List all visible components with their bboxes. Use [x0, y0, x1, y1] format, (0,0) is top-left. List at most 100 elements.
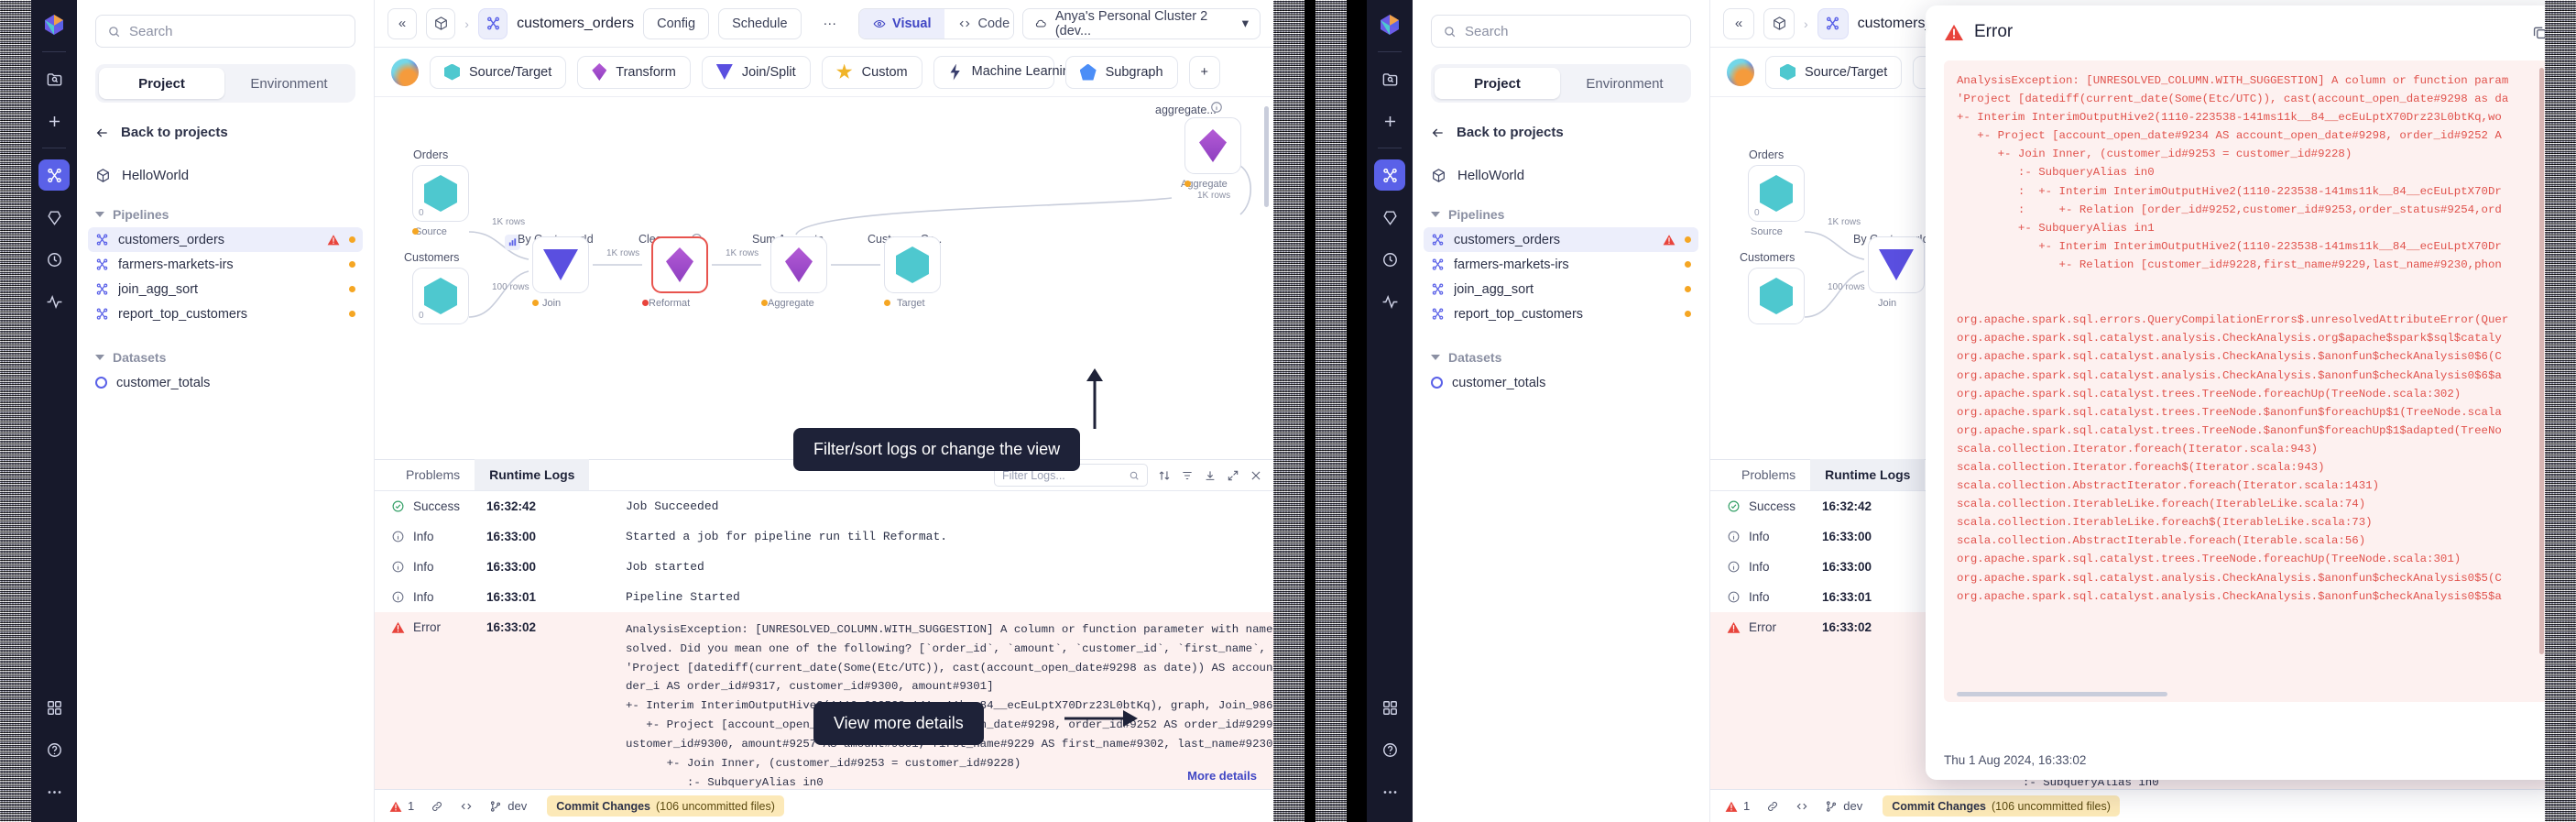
tab-runtime-logs[interactable]: Runtime Logs — [475, 459, 590, 490]
error-modal-body[interactable]: AnalysisException: [UNRESOLVED_COLUMN.WI… — [1944, 60, 2549, 702]
cube-icon[interactable] — [426, 7, 456, 39]
canvas-node-target[interactable] — [884, 236, 941, 293]
link-icon[interactable] — [1766, 800, 1779, 813]
pipeline-graph-icon[interactable] — [38, 159, 70, 191]
canvas-node-sum-amounts[interactable] — [770, 236, 827, 293]
palette-join-split[interactable]: Join/Split — [701, 55, 811, 89]
error-modal-hscrollbar[interactable] — [1957, 692, 2167, 696]
prophecy-orb-icon[interactable] — [1727, 58, 1754, 86]
git-branch-indicator[interactable]: dev — [1825, 799, 1862, 813]
more-dots-icon[interactable] — [1374, 776, 1405, 807]
log-row[interactable]: Info 16:33:00 Job started — [375, 552, 1273, 582]
palette-machine-learning[interactable]: Machine Learning — [933, 55, 1077, 89]
help-icon[interactable] — [1374, 734, 1405, 765]
gem-icon[interactable] — [38, 202, 70, 233]
canvas-node-cleanup[interactable] — [651, 236, 708, 293]
palette-subgraph[interactable]: Subgraph — [1064, 55, 1178, 89]
sidebar-item-report-top-customers[interactable]: report_top_customers — [1424, 301, 1698, 326]
tab-code[interactable]: Code — [944, 8, 1013, 38]
back-to-projects-link[interactable]: Back to projects — [1431, 125, 1691, 140]
more-details-link[interactable]: More details — [1187, 769, 1257, 783]
sidebar-item-customers-orders[interactable]: customers_orders — [1424, 227, 1698, 252]
canvas-node-orders[interactable]: 0 — [412, 165, 469, 222]
tab-problems[interactable]: Problems — [1727, 459, 1810, 490]
sidebar-item-customers-orders[interactable]: customers_orders — [88, 227, 363, 252]
tab-environment[interactable]: Environment — [226, 68, 352, 99]
clock-icon[interactable] — [38, 244, 70, 275]
tab-runtime-logs[interactable]: Runtime Logs — [1810, 459, 1926, 490]
more-dots-icon[interactable] — [38, 776, 70, 807]
pipeline-graph-icon[interactable] — [1374, 159, 1405, 191]
log-row[interactable]: Success 16:32:42 Job Succeeded — [375, 491, 1273, 521]
group-pipelines[interactable]: Pipelines — [95, 207, 355, 222]
palette-transform[interactable]: Transform — [577, 55, 691, 89]
error-modal-vscrollbar[interactable] — [2539, 68, 2544, 654]
more-options-button[interactable]: ··· — [810, 7, 850, 39]
tab-project[interactable]: Project — [99, 68, 224, 99]
canvas-node-orders[interactable]: 0 — [1748, 165, 1805, 222]
search-folder-icon[interactable] — [38, 63, 70, 94]
activity-icon[interactable] — [1374, 286, 1405, 317]
sidebar-item-customer-totals[interactable]: customer_totals — [88, 370, 363, 395]
canvas-node-customers[interactable]: 0 — [412, 268, 469, 324]
canvas-scrollbar[interactable] — [1264, 106, 1269, 207]
canvas-node-aggregate[interactable] — [1184, 117, 1241, 174]
error-count-badge[interactable]: 1 — [389, 799, 414, 813]
search-input[interactable]: Search — [1431, 15, 1691, 48]
code-icon[interactable] — [1796, 800, 1808, 813]
group-datasets[interactable]: Datasets — [95, 350, 355, 365]
grid-icon[interactable] — [38, 692, 70, 723]
log-row-error[interactable]: Error 16:33:02 AnalysisException: [UNRES… — [375, 612, 1273, 789]
collapse-sidebar-button[interactable]: « — [387, 7, 418, 39]
canvas-node-join[interactable] — [532, 236, 589, 293]
clock-icon[interactable] — [1374, 244, 1405, 275]
gem-icon[interactable] — [1374, 202, 1405, 233]
back-to-projects-link[interactable]: Back to projects — [95, 125, 355, 140]
activity-icon[interactable] — [38, 286, 70, 317]
palette-source-target[interactable]: Source/Target — [430, 55, 567, 89]
tab-project[interactable]: Project — [1435, 68, 1560, 99]
sort-icon[interactable] — [1158, 469, 1171, 482]
group-pipelines[interactable]: Pipelines — [1431, 207, 1691, 222]
search-folder-icon[interactable] — [1374, 63, 1405, 94]
close-icon[interactable] — [1250, 469, 1262, 482]
plus-icon[interactable] — [38, 105, 70, 137]
palette-source-target[interactable]: Source/Target — [1765, 55, 1903, 89]
tab-environment[interactable]: Environment — [1562, 68, 1687, 99]
help-icon[interactable] — [38, 734, 70, 765]
grid-icon[interactable] — [1374, 692, 1405, 723]
project-entry[interactable]: HelloWorld — [1431, 168, 1691, 183]
canvas-node-join[interactable] — [1868, 236, 1925, 293]
canvas-node-customers[interactable] — [1748, 268, 1805, 324]
palette-custom[interactable]: Custom — [821, 55, 922, 89]
sidebar-item-customer-totals[interactable]: customer_totals — [1424, 370, 1698, 395]
schedule-button[interactable]: Schedule — [718, 7, 802, 39]
sidebar-item-farmers-markets-irs[interactable]: farmers-markets-irs — [88, 252, 363, 277]
log-row[interactable]: Info 16:33:00 Started a job for pipeline… — [375, 521, 1273, 552]
tab-problems[interactable]: Problems — [391, 459, 475, 490]
git-branch-indicator[interactable]: dev — [489, 799, 527, 813]
prophecy-orb-icon[interactable] — [391, 58, 419, 86]
log-row[interactable]: Info 16:33:01 Pipeline Started — [375, 582, 1273, 612]
pipeline-graph-icon[interactable] — [477, 7, 508, 39]
project-entry[interactable]: HelloWorld — [95, 168, 355, 183]
commit-changes-button[interactable]: Commit Changes (106 uncommitted files) — [547, 795, 784, 817]
pipeline-graph-icon[interactable] — [1817, 7, 1849, 39]
sidebar-item-join-agg-sort[interactable]: join_agg_sort — [88, 277, 363, 301]
group-datasets[interactable]: Datasets — [1431, 350, 1691, 365]
cluster-selector[interactable]: Anya's Personal Cluster 2 (dev... ▾ — [1021, 7, 1261, 39]
commit-changes-button[interactable]: Commit Changes (106 uncommitted files) — [1883, 795, 2120, 817]
sidebar-item-farmers-markets-irs[interactable]: farmers-markets-irs — [1424, 252, 1698, 277]
download-icon[interactable] — [1204, 469, 1217, 482]
cube-icon[interactable] — [1763, 7, 1795, 39]
filter-icon[interactable] — [1181, 469, 1194, 482]
error-count-badge[interactable]: 1 — [1725, 799, 1750, 813]
sidebar-item-join-agg-sort[interactable]: join_agg_sort — [1424, 277, 1698, 301]
plus-icon[interactable] — [1374, 105, 1405, 137]
search-input[interactable]: Search — [95, 15, 355, 48]
palette-add-button[interactable]: + — [1188, 55, 1220, 89]
link-icon[interactable] — [431, 800, 443, 813]
sidebar-item-report-top-customers[interactable]: report_top_customers — [88, 301, 363, 326]
config-button[interactable]: Config — [643, 7, 710, 39]
code-icon[interactable] — [460, 800, 473, 813]
